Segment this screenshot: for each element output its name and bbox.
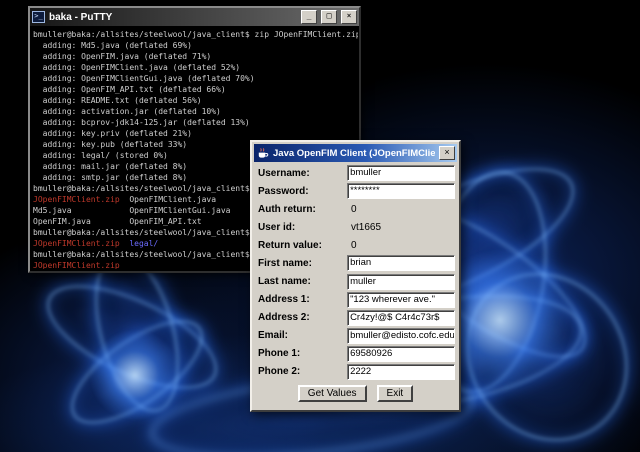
first-name-field[interactable]: brian [347,255,455,272]
terminal-line: adding: OpenFIM.java (deflated 71%) [33,52,212,61]
glow-core [90,330,180,420]
last-name-field[interactable]: muller [347,273,455,290]
form-row-address1: Address 1: "123 wherever ave." [256,291,455,309]
password-field[interactable]: ******** [347,183,455,200]
phone1-label: Phone 1: [258,348,301,360]
desktop: >_ baka - PuTTY _ □ × bmuller@baka:/alls… [0,0,640,452]
terminal-line: adding: README.txt (deflated 56%) [33,96,202,105]
terminal-line: adding: OpenFIM_API.txt (deflated 66%) [33,85,226,94]
maximize-button[interactable]: □ [321,10,337,24]
auth-return-value: 0 [351,203,357,215]
dialog-titlebar[interactable]: Java OpenFIM Client (JOpenFIMClient) × [254,144,457,162]
form-row-address2: Address 2: Cr4zy!@$ C4r4c73r$ [256,309,455,327]
terminal-line: bmuller@baka:/allsites/steelwool/java_cl… [33,30,358,39]
form-row-email: Email: bmuller@edisto.cofc.edu [256,327,455,345]
address2-field[interactable]: Cr4zy!@$ C4r4c73r$ [347,309,455,326]
terminal-line: adding: key.priv (deflated 21%) [33,129,192,138]
jopenfim-dialog-window: Java OpenFIM Client (JOpenFIMClient) × U… [250,140,461,412]
get-values-button[interactable]: Get Values [297,384,367,402]
close-button[interactable]: × [341,10,357,24]
phone2-field[interactable]: 2222 [347,363,455,380]
terminal-line: adding: OpenFIMClientGui.java (deflated … [33,74,255,83]
putty-window-title: baka - PuTTY [49,11,113,23]
auth-return-label: Auth return: [258,203,316,215]
first-name-label: First name: [258,257,312,269]
password-label: Password: [258,185,309,197]
form-row-user-id: User id: vt1665 [256,218,455,236]
form-row-last-name: Last name: muller [256,272,455,290]
return-value-value: 0 [351,239,357,251]
phone2-label: Phone 2: [258,366,301,378]
username-field[interactable]: bmuller [347,165,455,182]
terminal-line: adding: bcprov-jdk14-125.jar (deflated 1… [33,118,250,127]
java-cup-icon [256,147,269,160]
form-row-username: Username: bmuller [256,164,455,182]
form-row-return-value: Return value: 0 [256,236,455,254]
dialog-title: Java OpenFIM Client (JOpenFIMClient) [273,147,435,159]
putty-titlebar[interactable]: >_ baka - PuTTY _ □ × [30,8,359,26]
putty-terminal-icon: >_ [32,11,45,23]
last-name-label: Last name: [258,276,311,287]
exit-button[interactable]: Exit [376,384,414,402]
form-row-password: Password: ******** [256,182,455,200]
form-row-phone1: Phone 1: 69580926 [256,345,455,363]
phone1-field[interactable]: 69580926 [347,345,455,362]
email-field[interactable]: bmuller@edisto.cofc.edu [347,327,455,344]
terminal-line: adding: Md5.java (deflated 69%) [33,41,192,50]
user-id-value: vt1665 [351,221,382,233]
terminal-line: adding: OpenFIMClient.java (deflated 52%… [33,63,241,72]
return-value-label: Return value: [258,239,322,251]
form-row-phone2: Phone 2: 2222 [256,363,455,381]
address2-label: Address 2: [258,312,310,324]
address1-label: Address 1: [258,294,310,306]
dialog-button-bar: Get Values Exit [256,381,455,406]
email-label: Email: [258,330,289,342]
address1-field[interactable]: "123 wherever ave." [347,291,455,308]
dialog-body: Username: bmuller Password: ******** Aut… [256,164,455,406]
terminal-line: adding: activation.jar (deflated 10%) [33,107,221,116]
dialog-close-button[interactable]: × [439,146,455,160]
form-row-auth-return: Auth return: 0 [256,200,455,218]
minimize-button[interactable]: _ [301,10,317,24]
form-row-first-name: First name: brian [256,254,455,272]
user-id-label: User id: [258,221,296,233]
username-label: Username: [258,167,310,179]
